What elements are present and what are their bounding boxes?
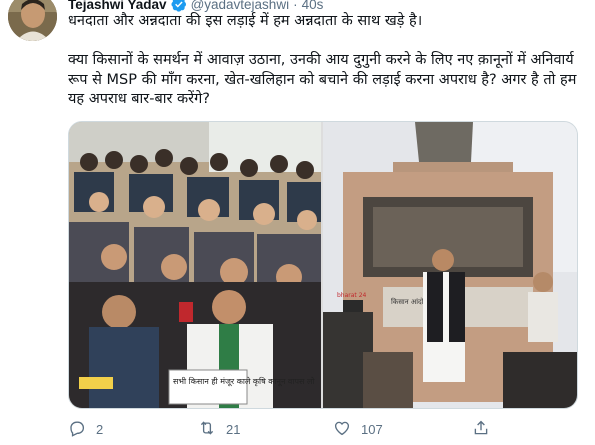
author-name[interactable]: Tejashwi Yadav bbox=[68, 0, 167, 12]
like-button[interactable]: 107 bbox=[333, 418, 383, 440]
placard-text: सभी किसान ही मंजूर काले कृषि कानून वापस … bbox=[173, 376, 315, 387]
tweet-header: Tejashwi Yadav @yadavtejashwi · 40s bbox=[68, 0, 323, 12]
heart-icon bbox=[333, 419, 351, 440]
tweet-card[interactable]: Tejashwi Yadav @yadavtejashwi · 40s धनदा… bbox=[0, 0, 595, 445]
separator-dot: · bbox=[293, 0, 298, 12]
reply-button[interactable]: 2 bbox=[68, 418, 103, 440]
avatar[interactable] bbox=[8, 0, 57, 41]
author-handle[interactable]: @yadavtejashwi bbox=[191, 0, 290, 12]
share-icon bbox=[472, 419, 490, 440]
mic-flag-text: bharat 24 bbox=[337, 292, 367, 299]
tweet-actions: 2 21 107 bbox=[68, 418, 580, 440]
reply-count: 2 bbox=[96, 421, 104, 437]
photo-speaker-at-monument[interactable]: किसान आंदोलन bharat 24 bbox=[323, 122, 577, 408]
retweet-count: 21 bbox=[226, 421, 241, 437]
tweet-timestamp[interactable]: 40s bbox=[302, 0, 324, 12]
verified-badge-icon bbox=[171, 0, 187, 12]
photo-protest-crowd[interactable]: सभी किसान ही मंजूर काले कृषि कानून वापस … bbox=[69, 122, 321, 408]
reply-icon bbox=[68, 419, 86, 440]
like-count: 107 bbox=[361, 421, 383, 437]
media-grid: सभी किसान ही मंजूर काले कृषि कानून वापस … bbox=[68, 121, 578, 409]
tweet-text-line1: धनदाता और अन्नदाता की इस लड़ाई में हम अन… bbox=[68, 13, 423, 29]
tweet-text-paragraph: क्या किसानों के समर्थन में आवाज़ उठाना, … bbox=[68, 52, 577, 107]
retweet-button[interactable]: 21 bbox=[198, 418, 240, 440]
retweet-icon bbox=[198, 419, 216, 440]
share-button[interactable] bbox=[472, 418, 490, 440]
